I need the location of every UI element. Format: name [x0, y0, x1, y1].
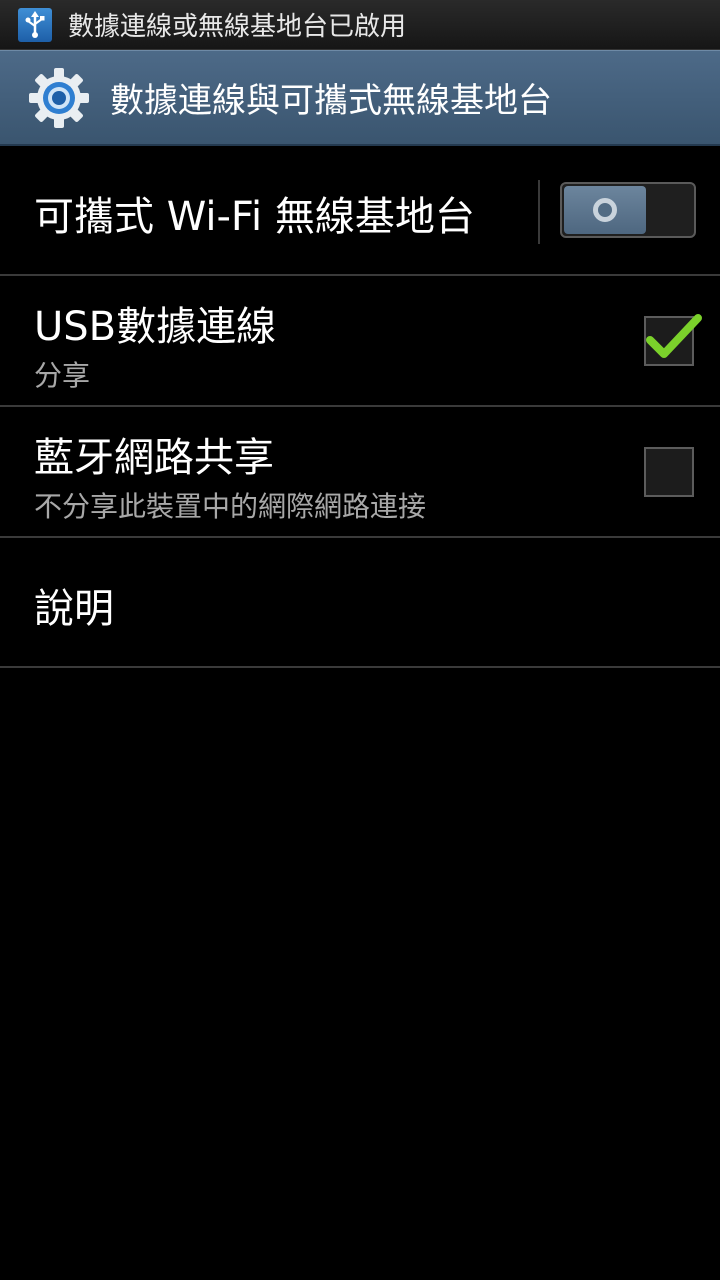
status-bar[interactable]: 數據連線或無線基地台已啟用	[0, 0, 720, 50]
action-bar: 數據連線與可攜式無線基地台	[0, 50, 720, 146]
wifi-hotspot-toggle[interactable]	[560, 182, 696, 238]
toggle-ring-icon	[593, 198, 617, 222]
usb-icon	[18, 7, 52, 42]
usb-tethering-title: USB數據連線	[34, 304, 277, 350]
status-notification-text: 數據連線或無線基地台已啟用	[68, 12, 407, 42]
bluetooth-tethering-subtitle: 不分享此裝置中的網際網路連接	[34, 490, 427, 523]
help-row[interactable]: 說明	[0, 538, 720, 668]
bluetooth-tethering-row[interactable]: 藍牙網路共享 不分享此裝置中的網際網路連接	[0, 407, 720, 538]
bluetooth-tethering-title: 藍牙網路共享	[34, 435, 274, 481]
bluetooth-tethering-checkbox[interactable]	[644, 447, 694, 497]
help-title: 說明	[34, 586, 114, 632]
toggle-thumb	[564, 186, 646, 234]
row-divider	[538, 180, 540, 244]
page-title: 數據連線與可攜式無線基地台	[110, 81, 552, 121]
wifi-hotspot-title: 可攜式 Wi-Fi 無線基地台	[34, 194, 475, 240]
checkmark-icon	[646, 314, 702, 358]
usb-tethering-checkbox[interactable]	[644, 314, 702, 366]
usb-tethering-row[interactable]: USB數據連線 分享	[0, 276, 720, 407]
usb-tethering-subtitle: 分享	[34, 359, 91, 392]
gear-icon	[29, 67, 89, 128]
